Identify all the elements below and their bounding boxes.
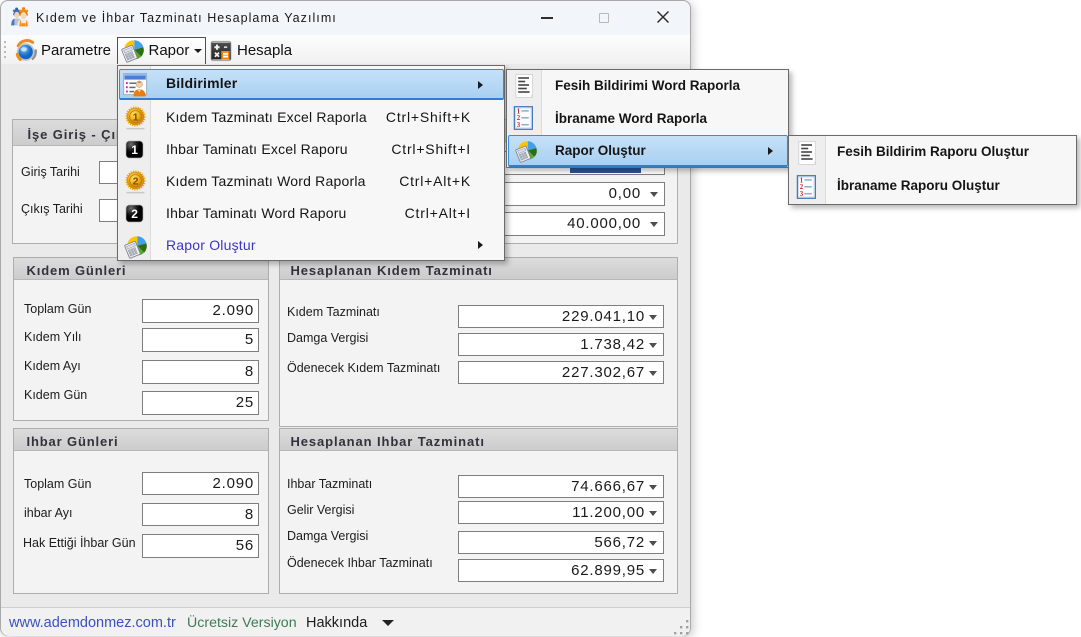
svg-text:2: 2: [131, 206, 138, 220]
svg-text:2: 2: [133, 175, 139, 187]
svg-text:1: 1: [133, 111, 139, 123]
svg-text:1: 1: [131, 142, 138, 156]
